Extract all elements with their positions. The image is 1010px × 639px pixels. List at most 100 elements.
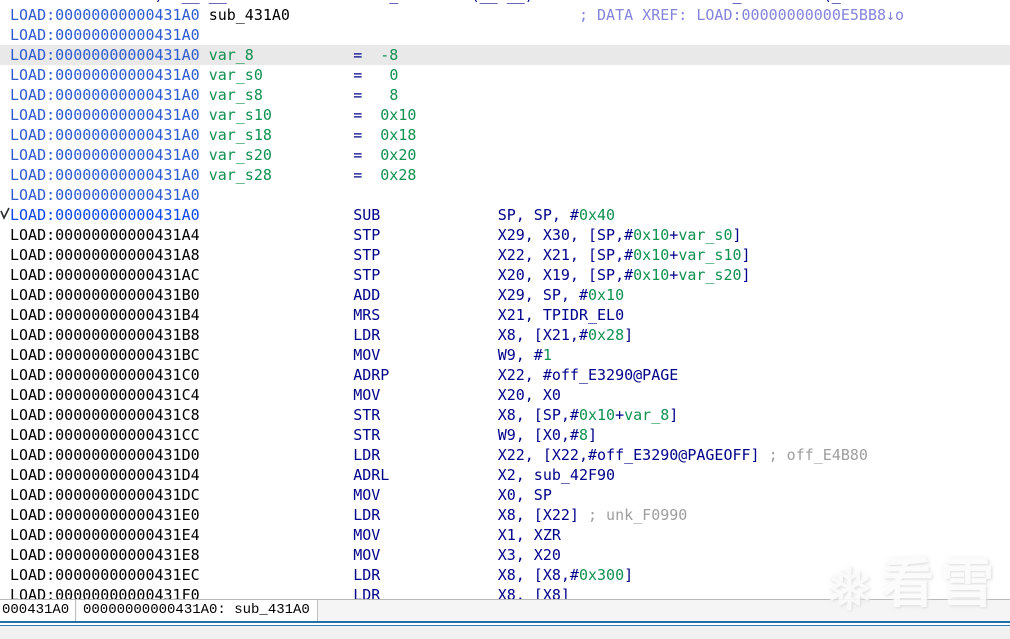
listing-token <box>200 526 354 544</box>
listing-token: var_8 <box>624 406 670 424</box>
listing-row[interactable]: LOAD:00000000000431EC LDR X8, [X8,#0x300… <box>0 565 1010 585</box>
listing-token: = <box>353 86 363 104</box>
listing-row[interactable]: LOAD:00000000000431C8 STR X8, [SP,#0x10+… <box>0 405 1010 425</box>
listing-token: LOAD:00000000000431A0 <box>10 126 200 144</box>
listing-row[interactable]: LOAD:00000000000431A0 <box>0 185 1010 205</box>
listing-token: 0x10 <box>633 226 670 244</box>
listing-token: LDR <box>353 446 498 464</box>
listing-token: LOAD:00000000000431E0 <box>10 506 200 524</box>
listing-token <box>200 286 354 304</box>
listing-row[interactable]: LOAD:00000000000431CC STR W9, [X0,#8] <box>0 425 1010 445</box>
listing-token: LOAD:00000000000431A0 <box>10 86 200 104</box>
listing-row[interactable]: LOAD:00000000000431A0 var_s0 = 0 <box>0 65 1010 85</box>
listing-token <box>362 126 380 144</box>
listing-token: X8, [X21,# <box>497 326 588 344</box>
listing-token: var_s0 <box>208 66 263 84</box>
listing-token: SUB <box>353 206 498 224</box>
listing-row[interactable]: LOAD:00000000000431D4 ADRL X2, sub_42F90 <box>0 465 1010 485</box>
listing-token: 0 <box>389 66 399 84</box>
listing-token: LOAD:00000000000431EC <box>10 566 200 584</box>
listing-row[interactable]: LOAD:00000000000431B8 LDR X8, [X21,#0x28… <box>0 325 1010 345</box>
listing-row[interactable]: LOAD:00000000000431DC MOV X0, SP <box>0 485 1010 505</box>
listing-row[interactable]: LOAD:00000000000431B4 MRS X21, TPIDR_EL0 <box>0 305 1010 325</box>
listing-row[interactable]: LOAD:00000000000431BC MOV W9, #1 <box>0 345 1010 365</box>
listing-token <box>254 46 353 64</box>
listing-token <box>200 146 209 164</box>
listing-token: LOAD:00000000000431D0 <box>10 446 200 464</box>
listing-token: = <box>353 46 363 64</box>
listing-token: var_s20 <box>208 146 272 164</box>
listing-token <box>200 346 354 364</box>
listing-token: LOAD:00000000000431B4 <box>10 306 200 324</box>
listing-row[interactable]: LOAD:00000000000431A4 STP X29, X30, [SP,… <box>0 225 1010 245</box>
listing-token: LOAD:00000000000431C0 <box>10 366 200 384</box>
listing-token <box>272 166 353 184</box>
current-line-marker-icon <box>0 207 10 220</box>
listing-token <box>200 566 354 584</box>
listing-token: X0, SP <box>497 486 552 504</box>
listing-row[interactable]: LOAD:00000000000431A0 var_s10 = 0x10 <box>0 105 1010 125</box>
statusbar-divider-line <box>0 621 1010 623</box>
listing-row[interactable]: LOAD:00000000000431E4 MOV X1, XZR <box>0 525 1010 545</box>
listing-token: LOAD:00000000000431C4 <box>10 386 200 404</box>
listing-token: 0x40 <box>578 206 616 224</box>
listing-token <box>200 46 209 64</box>
listing-token: LOAD:00000000000431A0 <box>10 206 200 224</box>
listing-token: 0x18 <box>380 126 417 144</box>
listing-token <box>362 46 380 64</box>
listing-token: MOV <box>353 386 498 404</box>
listing-token <box>290 6 579 24</box>
listing-row[interactable]: LOAD:00000000000431A0 var_s28 = 0x28 <box>0 165 1010 185</box>
listing-row-current[interactable]: LOAD:00000000000431A0 SUB SP, SP, #0x40 <box>0 205 1010 225</box>
listing-row[interactable]: LOAD:00000000000431A0 sub_431A0 ; DATA X… <box>0 5 1010 25</box>
listing-token: STP <box>353 246 498 264</box>
listing-row[interactable]: LOAD:00000000000431B0 ADD X29, SP, #0x10 <box>0 285 1010 305</box>
listing-token <box>263 66 353 84</box>
listing-token: X29, X30, [SP,# <box>497 226 634 244</box>
listing-token: ADRP <box>353 366 498 384</box>
listing-row[interactable]: LOAD:00000000000431AC STP X20, X19, [SP,… <box>0 265 1010 285</box>
listing-token: LOAD:00000000000431D4 <box>10 466 200 484</box>
listing-token <box>263 86 353 104</box>
listing-token: X8, [X8,# <box>497 566 579 584</box>
listing-token: 0x300 <box>578 566 625 584</box>
listing-row[interactable]: LOAD:00000000000431C0 ADRP X22, #off_E32… <box>0 365 1010 385</box>
listing-row[interactable]: LOAD:00000000000431A0 var_s18 = 0x18 <box>0 125 1010 145</box>
listing-token: 0x10 <box>633 266 670 284</box>
listing-token: LDR <box>353 566 498 584</box>
listing-row[interactable]: LOAD:00000000000431E8 MOV X3, X20 <box>0 545 1010 565</box>
listing-row[interactable]: LOAD:00000000000431A0 var_s20 = 0x20 <box>0 145 1010 165</box>
window-bottom-strip <box>0 626 1010 639</box>
disassembly-listing[interactable]: ) __ __ _ (__ __) _ (_LOAD:0000000000043… <box>0 0 1010 605</box>
listing-token: X20, X19, [SP,# <box>497 266 634 284</box>
listing-token <box>200 386 354 404</box>
listing-token: LOAD:00000000000431CC <box>10 426 200 444</box>
listing-token <box>272 106 353 124</box>
listing-row[interactable]: LOAD:00000000000431C4 MOV X20, X0 <box>0 385 1010 405</box>
listing-row[interactable]: LOAD:00000000000431A0 var_s8 = 8 <box>0 85 1010 105</box>
status-current-location: 00000000000431A0: sub_431A0 <box>77 600 318 621</box>
listing-row[interactable]: LOAD:00000000000431A0 <box>0 25 1010 45</box>
listing-token: ADRL <box>353 466 498 484</box>
listing-token: LOAD:00000000000431A0 <box>10 186 200 204</box>
listing-row[interactable]: LOAD:00000000000431A8 STP X22, X21, [SP,… <box>0 245 1010 265</box>
listing-token: LOAD:00000000000431E4 <box>10 526 200 544</box>
listing-token: LDR <box>353 506 498 524</box>
listing-token: MOV <box>353 546 498 564</box>
listing-token <box>200 66 209 84</box>
listing-token: X3, X20 <box>497 546 561 564</box>
listing-token: + <box>615 406 625 424</box>
listing-token: = <box>353 166 363 184</box>
listing-row[interactable]: LOAD:00000000000431D0 LDR X22, [X22,#off… <box>0 445 1010 465</box>
listing-token: STR <box>353 426 498 444</box>
listing-token: var_8 <box>208 46 254 64</box>
listing-token: 1 <box>542 346 552 364</box>
listing-token <box>200 206 354 224</box>
listing-token: ; off_E4B80 <box>759 446 868 464</box>
listing-row[interactable]: LOAD:00000000000431E0 LDR X8, [X22] ; un… <box>0 505 1010 525</box>
listing-token: X22, [X22,#off_E3290@PAGEOFF] <box>497 446 760 464</box>
listing-row-highlighted[interactable]: LOAD:00000000000431A0 var_8 = -8 <box>0 45 1010 65</box>
listing-token: ; DATA XREF: LOAD:00000000000E5BB8↓o <box>578 6 905 24</box>
listing-token: ; unk_F0990 <box>578 506 688 524</box>
listing-token: X22, #off_E3290@PAGE <box>497 366 679 384</box>
